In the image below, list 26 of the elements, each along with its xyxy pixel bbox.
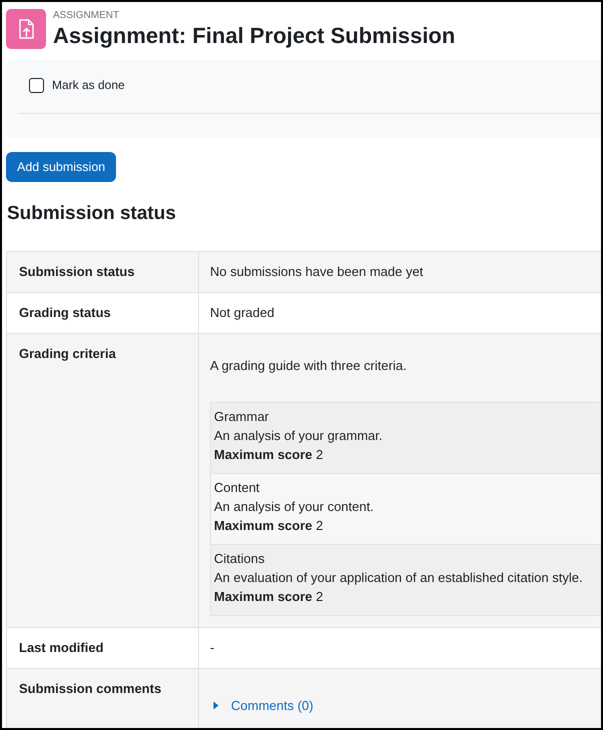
checkbox-label[interactable]: Mark as done bbox=[52, 78, 125, 93]
activity-type-label: ASSIGNMENT bbox=[53, 10, 120, 22]
criterion-name: Citations bbox=[214, 550, 266, 568]
criterion-max-score: Maximum score 2 bbox=[214, 446, 324, 464]
guide-description: A grading guide with three criteria. bbox=[210, 358, 408, 374]
page-title: Assignment: Final Project Submission bbox=[53, 22, 456, 49]
table-header-cell: Last modified bbox=[7, 628, 199, 668]
table-header-cell: Submission comments bbox=[7, 669, 199, 728]
table-cell-text: Not graded bbox=[209, 304, 276, 322]
table-cell-text: No submissions have been made yet bbox=[209, 263, 424, 281]
file-upload-icon bbox=[6, 9, 46, 49]
checkbox[interactable] bbox=[29, 78, 44, 93]
table-header-cell: Submission status bbox=[7, 252, 199, 292]
comments-link[interactable]: Comments (0) bbox=[213, 698, 314, 714]
criterion-max-score: Maximum score 2 bbox=[214, 517, 324, 535]
criterion-name: Grammar bbox=[214, 408, 270, 426]
table-header-cell: Grading status bbox=[7, 293, 199, 333]
criterion-description: An analysis of your content. bbox=[214, 498, 375, 516]
criterion-max-score: Maximum score 2 bbox=[214, 588, 324, 606]
criterion-name: Content bbox=[214, 479, 261, 497]
criterion-description: An evaluation of your application of an established citation style. bbox=[214, 569, 584, 587]
table-cell-text: - bbox=[209, 639, 216, 657]
table-header-cell: Grading criteria bbox=[7, 334, 199, 627]
section-heading: Submission status bbox=[7, 202, 177, 226]
add-submission-button[interactable]: Add submission bbox=[6, 152, 116, 182]
criterion-description: An analysis of your grammar. bbox=[214, 427, 384, 445]
